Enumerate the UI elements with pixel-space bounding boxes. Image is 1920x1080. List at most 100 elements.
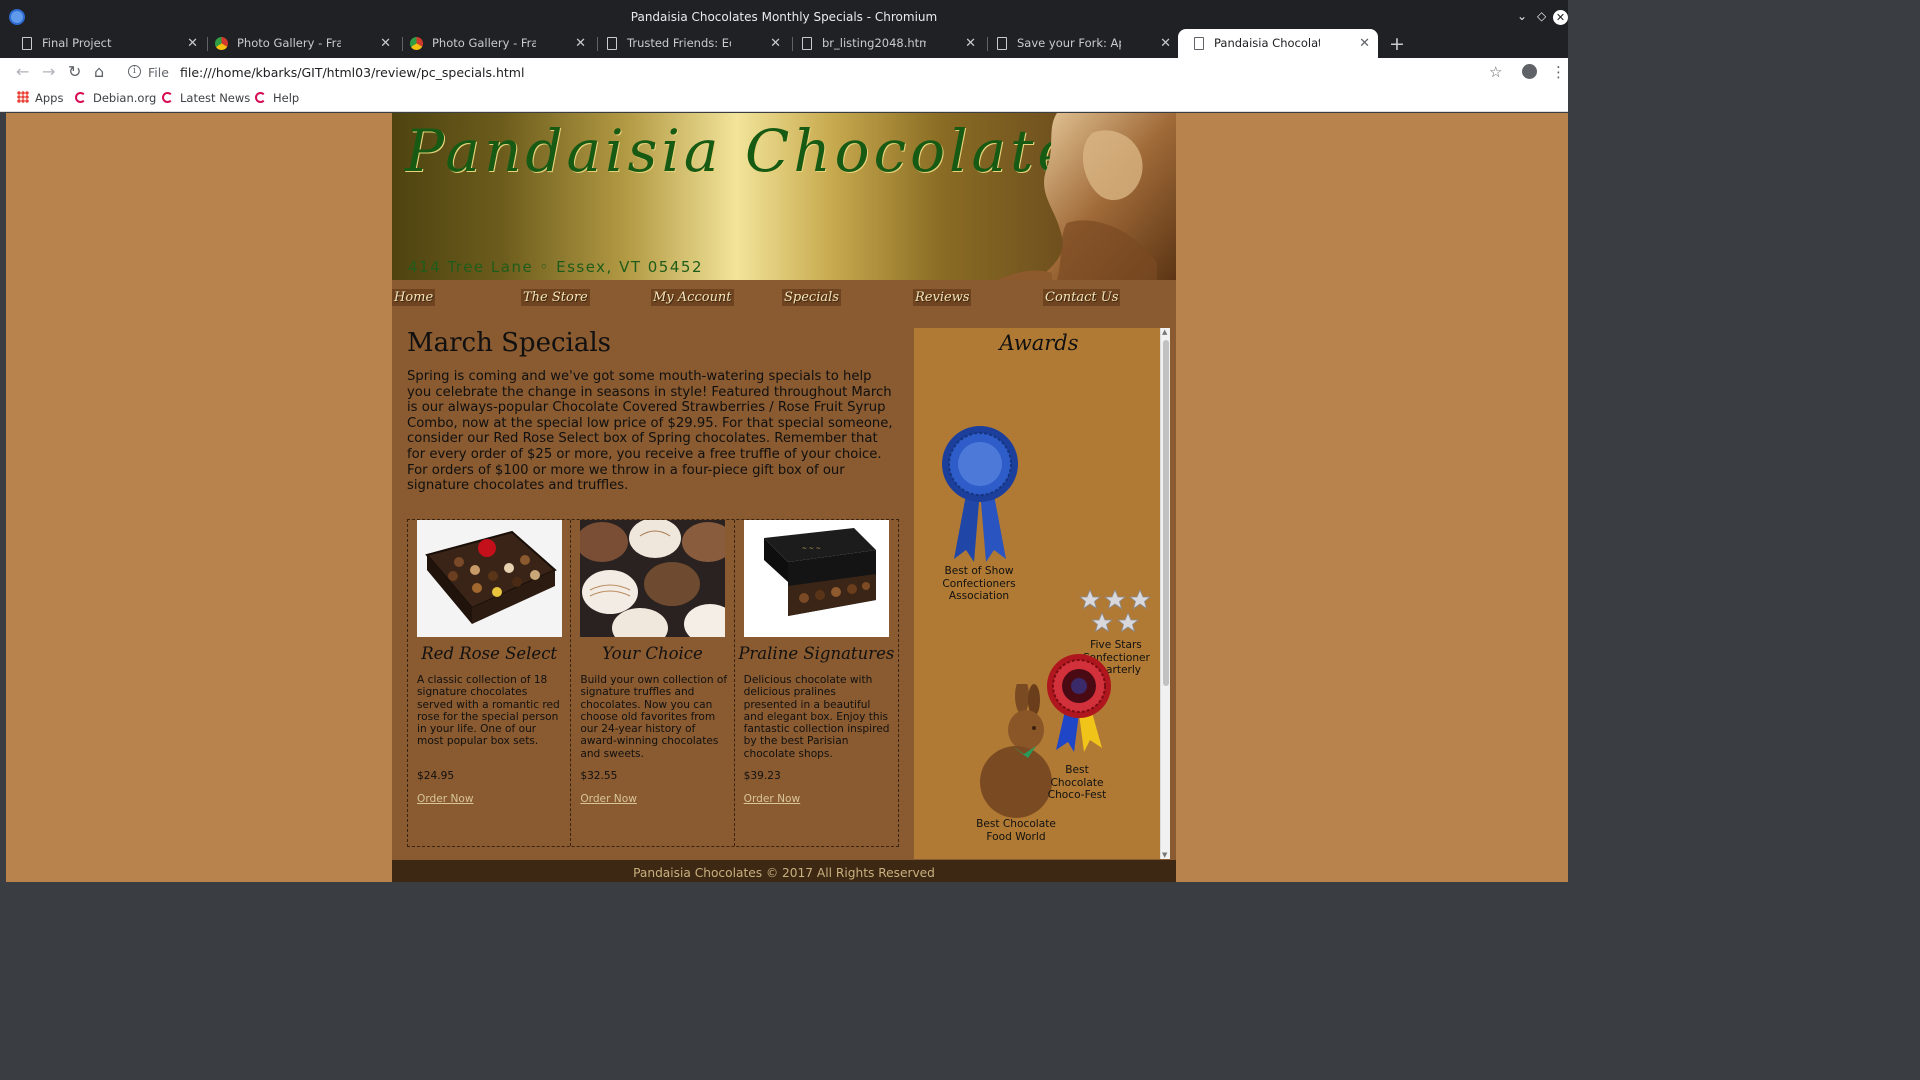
url-text[interactable]: file:///home/kbarks/GIT/html03/review/pc…	[180, 65, 524, 80]
maximize-icon[interactable]: ◇	[1537, 9, 1546, 23]
nav-link-contact-us[interactable]: Contact Us	[1043, 289, 1121, 306]
site-container: Pandaisia Chocolates 414 Tree Lane ◦ Ess…	[392, 113, 1176, 882]
info-icon[interactable]: i	[128, 65, 141, 78]
scrollbar-thumb[interactable]	[1163, 340, 1169, 686]
address-bar[interactable]: i File file:///home/kbarks/GIT/html03/re…	[120, 60, 1520, 86]
tab-title: Photo Gallery - Francis Howe	[237, 36, 341, 50]
apps-grid-icon	[17, 91, 29, 103]
site-nav: Home The Store My Account Specials Revie…	[392, 280, 1176, 328]
product-name: Praline Signatures	[738, 644, 895, 663]
tab-title: Photo Gallery - Francis Howe	[432, 36, 536, 50]
page-icon	[997, 37, 1007, 50]
tab-title: Pandaisia Chocolates Monthl	[1214, 36, 1320, 50]
rosette-icon	[1047, 654, 1111, 752]
tab-final-project[interactable]: Final Project ✕	[6, 29, 206, 58]
page-viewport: Pandaisia Chocolates 414 Tree Lane ◦ Ess…	[6, 113, 1568, 882]
product-card: Red Rose Select A classic collection of …	[408, 520, 572, 846]
tab-close-icon[interactable]: ✕	[1359, 29, 1370, 58]
debian-icon	[162, 92, 173, 103]
bookmark-help[interactable]: Help	[255, 91, 299, 105]
awards-sidebar[interactable]: Awards Best of Show Confectioners Associ…	[914, 328, 1170, 859]
tab-close-icon[interactable]: ✕	[575, 29, 586, 58]
site-address: 414 Tree Lane ◦ Essex, VT 05452	[408, 258, 703, 276]
scroll-down-icon[interactable]: ▼	[1162, 851, 1167, 859]
specials-section: March Specials Spring is coming and we'v…	[392, 328, 912, 858]
blue-ribbon-icon	[942, 426, 1018, 562]
tab-trusted-friends[interactable]: Trusted Friends: Education Ti ✕	[591, 29, 789, 58]
tab-title: br_listing2048.html	[822, 36, 926, 50]
site-header: Pandaisia Chocolates 414 Tree Lane ◦ Ess…	[392, 113, 1176, 280]
tab-save-your-fork[interactable]: Save your Fork: Apple Bavaria ✕	[981, 29, 1179, 58]
forward-icon[interactable]: →	[42, 62, 55, 81]
nav-link-the-store[interactable]: The Store	[521, 289, 590, 306]
page-scrollbar[interactable]	[1562, 113, 1568, 882]
new-tab-icon[interactable]: +	[1389, 33, 1405, 55]
order-now-link[interactable]: Order Now	[744, 793, 801, 805]
url-scheme-label: File	[148, 65, 169, 80]
your-choice-image	[580, 520, 726, 637]
specials-intro-text: Spring is coming and we've got some mout…	[407, 369, 893, 494]
browser-toolbar: ← → ↻ ⌂ i File file:///home/kbarks/GIT/h…	[0, 58, 1568, 87]
tab-pandaisia-specials[interactable]: Pandaisia Chocolates Monthl ✕	[1178, 29, 1378, 58]
tab-close-icon[interactable]: ✕	[965, 29, 976, 58]
page-icon	[22, 37, 32, 50]
order-now-link[interactable]: Order Now	[580, 793, 637, 805]
tab-strip: Final Project ✕ Photo Gallery - Francis …	[0, 29, 1568, 58]
product-price: $24.95	[417, 770, 455, 782]
bookmark-label: Debian.org	[93, 91, 157, 105]
tab-close-icon[interactable]: ✕	[770, 29, 781, 58]
bookmark-apps[interactable]: Apps	[17, 91, 63, 105]
page-title: March Specials	[407, 328, 612, 358]
debian-icon	[75, 92, 86, 103]
globe-icon	[215, 37, 228, 50]
tab-close-icon[interactable]: ✕	[380, 29, 391, 58]
scroll-up-icon[interactable]: ▲	[1162, 328, 1167, 336]
order-now-link[interactable]: Order Now	[417, 793, 474, 805]
bookmark-star-icon[interactable]: ☆	[1489, 63, 1502, 81]
kebab-menu-icon[interactable]: ⋮	[1551, 63, 1566, 81]
debian-icon	[255, 92, 266, 103]
globe-icon	[410, 37, 423, 50]
bookmark-label: Help	[273, 91, 300, 105]
award-label: Best of Show Confectioners Association	[942, 565, 1016, 602]
product-description: A classic collection of 18 signature cho…	[417, 674, 560, 748]
nav-link-home[interactable]: Home	[392, 289, 436, 306]
tab-close-icon[interactable]: ✕	[1160, 29, 1171, 58]
svg-text:~ ~ ~: ~ ~ ~	[802, 545, 821, 552]
back-icon[interactable]: ←	[16, 62, 29, 81]
nav-link-specials[interactable]: Specials	[782, 289, 841, 306]
bookmarks-bar: Apps Debian.org Latest News Help	[0, 87, 1568, 112]
bookmark-label: Latest News	[180, 91, 251, 105]
bookmark-latest-news[interactable]: Latest News	[162, 91, 250, 105]
profile-avatar-icon[interactable]	[1522, 64, 1537, 79]
nav-link-my-account[interactable]: My Account	[651, 289, 734, 306]
red-rose-select-image	[417, 520, 562, 637]
product-description: Build your own collection of signature t…	[580, 674, 728, 760]
product-card: ~ ~ ~ Praline Signatures Delicious choco…	[735, 520, 898, 846]
product-price: $32.55	[580, 770, 618, 782]
five-stars-icon	[1078, 588, 1152, 633]
product-list: Red Rose Select A classic collection of …	[407, 519, 899, 847]
tab-photo-gallery-2[interactable]: Photo Gallery - Francis Howe ✕	[396, 29, 594, 58]
window-title: Pandaisia Chocolates Monthly Specials - …	[630, 10, 938, 24]
minimize-icon[interactable]: ⌄	[1517, 9, 1527, 23]
tab-photo-gallery-1[interactable]: Photo Gallery - Francis Howe ✕	[201, 29, 399, 58]
product-card: Your Choice Build your own collection of…	[571, 520, 735, 846]
home-icon[interactable]: ⌂	[94, 62, 104, 81]
bookmark-label: Apps	[35, 91, 64, 105]
product-name: Red Rose Select	[421, 644, 558, 663]
tab-title: Trusted Friends: Education Ti	[627, 36, 731, 50]
nav-link-reviews[interactable]: Reviews	[913, 289, 972, 306]
award-label: Best Chocolate Choco-Fest	[1047, 764, 1107, 801]
close-window-icon[interactable]: ✕	[1553, 10, 1568, 25]
page-icon	[1194, 37, 1204, 50]
tab-title: Save your Fork: Apple Bavaria	[1017, 36, 1121, 50]
tab-close-icon[interactable]: ✕	[187, 29, 198, 58]
bookmark-debian[interactable]: Debian.org	[75, 91, 156, 105]
product-description: Delicious chocolate with delicious prali…	[743, 674, 890, 760]
awards-scrollbar[interactable]: ▲ ▼	[1160, 328, 1170, 859]
product-price: $39.23	[743, 770, 781, 782]
product-name: Your Choice	[602, 644, 703, 663]
reload-icon[interactable]: ↻	[68, 62, 81, 81]
tab-br-listing[interactable]: br_listing2048.html ✕	[786, 29, 984, 58]
